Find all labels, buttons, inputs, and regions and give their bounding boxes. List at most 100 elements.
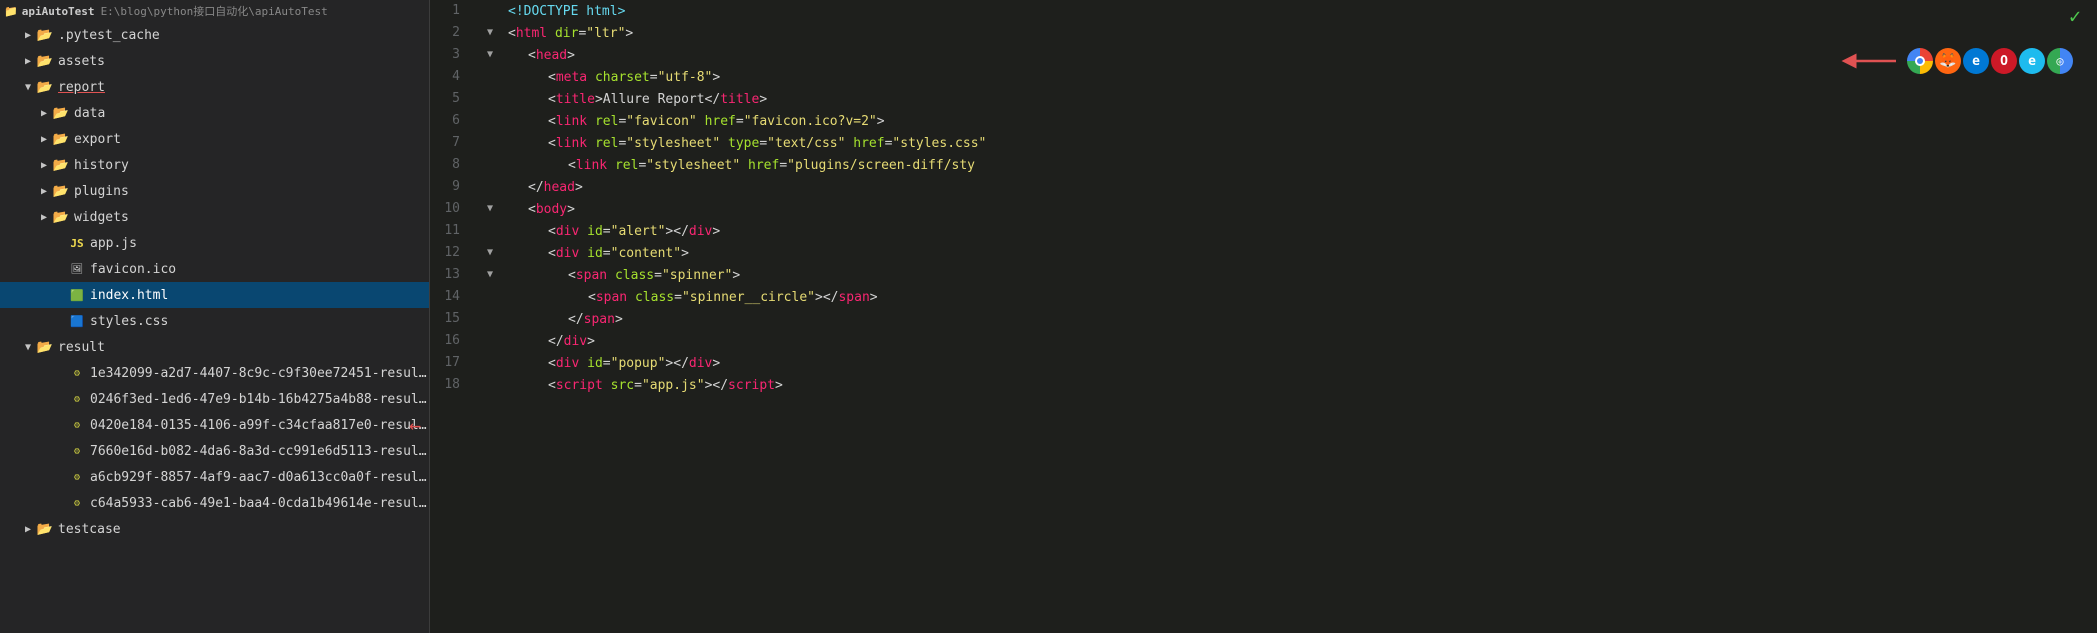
code-line-7: <link rel="stylesheet" type="text/css" h… xyxy=(508,132,2097,154)
tree-item-report[interactable]: ▼ 📂 report xyxy=(0,74,429,100)
gutter-13: ▼ xyxy=(480,264,500,286)
line-numbers: 1 2 3 4 5 6 7 8 9 10 11 12 13 14 15 16 1… xyxy=(430,0,480,633)
tree-item-app-js[interactable]: JS app.js xyxy=(0,230,429,256)
tree-label-export: export xyxy=(74,132,429,147)
tree-item-history[interactable]: ▶ 📂 history xyxy=(0,152,429,178)
json-icon-2: ⚙ xyxy=(68,394,86,405)
gutter-10: ▼ xyxy=(480,198,500,220)
gutter-16 xyxy=(480,330,500,352)
code-text-11: <div id="alert"></div> xyxy=(508,224,720,239)
tree-item-result5[interactable]: ⚙ a6cb929f-8857-4af9-aac7-d0a613cc0a0f-r… xyxy=(0,464,429,490)
browser-icon-chrome xyxy=(1907,48,1933,74)
code-line-12: <div id="content"> xyxy=(508,242,2097,264)
line-num-8: 8 xyxy=(430,154,468,176)
tree-item-testcase[interactable]: ▶ 📂 testcase xyxy=(0,516,429,542)
project-icon: 📁 xyxy=(4,5,18,18)
tree-item-result6[interactable]: ⚙ c64a5933-cab6-49e1-baa4-0cda1b49614e-r… xyxy=(0,490,429,516)
json-icon-1: ⚙ xyxy=(68,368,86,379)
tree-item-favicon[interactable]: 🖼 favicon.ico xyxy=(0,256,429,282)
line-num-6: 6 xyxy=(430,110,468,132)
json-icon-6: ⚙ xyxy=(68,498,86,509)
code-text-15: </span> xyxy=(508,312,623,327)
tree-item-plugins[interactable]: ▶ 📂 plugins xyxy=(0,178,429,204)
js-icon: JS xyxy=(68,237,86,250)
folder-icon-plugins: 📂 xyxy=(52,184,70,199)
code-text-2: <html dir="ltr"> xyxy=(508,26,633,41)
red-arrow-editor xyxy=(1841,46,1901,76)
gutter-4 xyxy=(480,66,500,88)
browser-icon-opera: O xyxy=(1991,48,2017,74)
line-num-18: 18 xyxy=(430,374,468,396)
tree-item-export[interactable]: ▶ 📂 export xyxy=(0,126,429,152)
code-content[interactable]: <!DOCTYPE html> <html dir="ltr"> <head> … xyxy=(500,0,2097,633)
folder-arrow-data: ▶ xyxy=(36,108,52,119)
code-line-18: <script src="app.js"></script> xyxy=(508,374,2097,396)
line-num-14: 14 xyxy=(430,286,468,308)
tree-label-testcase: testcase xyxy=(58,522,429,537)
line-num-7: 7 xyxy=(430,132,468,154)
code-line-17: <div id="popup"></div> xyxy=(508,352,2097,374)
gutter-6 xyxy=(480,110,500,132)
folder-icon-widgets: 📂 xyxy=(52,210,70,225)
browser-icon-edge: e xyxy=(1963,48,1989,74)
tree-item-styles-css[interactable]: 🟦 styles.css xyxy=(0,308,429,334)
line-num-9: 9 xyxy=(430,176,468,198)
code-line-9: </head> xyxy=(508,176,2097,198)
code-text-4: <meta charset="utf-8"> xyxy=(508,70,720,85)
line-num-15: 15 xyxy=(430,308,468,330)
folder-arrow-assets: ▶ xyxy=(20,56,36,67)
line-num-1: 1 xyxy=(430,0,468,22)
code-line-13: <span class="spinner"> xyxy=(508,264,2097,286)
code-line-16: </div> xyxy=(508,330,2097,352)
project-root-header: 📁 apiAutoTest E:\blog\python接口自动化\apiAut… xyxy=(0,0,429,22)
code-text-9: </head> xyxy=(508,180,583,195)
line-num-2: 2 xyxy=(430,22,468,44)
code-text-6: <link rel="favicon" href="favicon.ico?v=… xyxy=(508,114,885,129)
tree-item-assets[interactable]: ▶ 📂 assets xyxy=(0,48,429,74)
code-line-14: <span class="spinner__circle"></span> xyxy=(508,286,2097,308)
tree-item-result3[interactable]: ⚙ 0420e184-0135-4106-a99f-c34cfaa817e0-r… xyxy=(0,412,429,438)
tree-item-data[interactable]: ▶ 📂 data xyxy=(0,100,429,126)
red-arrow-annotation: ← xyxy=(409,413,421,437)
code-text-8: <link rel="stylesheet" href="plugins/scr… xyxy=(508,158,975,173)
tree-item-pytest-cache[interactable]: ▶ 📂 .pytest_cache xyxy=(0,22,429,48)
folder-icon-data: 📂 xyxy=(52,106,70,121)
gutter-14 xyxy=(480,286,500,308)
tree-item-widgets[interactable]: ▶ 📂 widgets xyxy=(0,204,429,230)
line-num-10: 10 xyxy=(430,198,468,220)
tree-item-index-html[interactable]: 🟩 index.html xyxy=(0,282,429,308)
folder-icon-pytest-cache: 📂 xyxy=(36,28,54,43)
folder-arrow-result: ▼ xyxy=(20,342,36,353)
editor-content-area: 1 2 3 4 5 6 7 8 9 10 11 12 13 14 15 16 1… xyxy=(430,0,2097,633)
browser-icon-ie: e xyxy=(2019,48,2045,74)
gutter-3: ▼ xyxy=(480,44,500,66)
code-line-15: </span> xyxy=(508,308,2097,330)
gutter-15 xyxy=(480,308,500,330)
line-num-5: 5 xyxy=(430,88,468,110)
gutter-fold-markers: ▼ ▼ ▼ ▼ ▼ xyxy=(480,0,500,633)
tree-item-result1[interactable]: ⚙ 1e342099-a2d7-4407-8c9c-c9f30ee72451-r… xyxy=(0,360,429,386)
tree-label-favicon: favicon.ico xyxy=(90,262,429,277)
tree-label-widgets: widgets xyxy=(74,210,429,225)
tree-label-report: report xyxy=(58,80,429,95)
code-editor-panel: ✓ 🦊 e O e ◎ 1 2 3 xyxy=(430,0,2097,633)
tree-item-result[interactable]: ▼ 📂 result xyxy=(0,334,429,360)
code-text-14: <span class="spinner__circle"></span> xyxy=(508,290,878,305)
code-text-10: <body> xyxy=(508,202,575,217)
tree-item-result4[interactable]: ⚙ 7660e16d-b082-4da6-8a3d-cc991e6d5113-r… xyxy=(0,438,429,464)
gutter-2: ▼ xyxy=(480,22,500,44)
folder-arrow-export: ▶ xyxy=(36,134,52,145)
gutter-12: ▼ xyxy=(480,242,500,264)
tree-item-result2[interactable]: ⚙ 0246f3ed-1ed6-47e9-b14b-16b4275a4b88-r… xyxy=(0,386,429,412)
line-num-16: 16 xyxy=(430,330,468,352)
code-text-18: <script src="app.js"></script> xyxy=(508,378,783,393)
gutter-18 xyxy=(480,374,500,396)
folder-icon-export: 📂 xyxy=(52,132,70,147)
tree-label-result6: c64a5933-cab6-49e1-baa4-0cda1b49614e-res… xyxy=(90,496,429,511)
line-num-4: 4 xyxy=(430,66,468,88)
code-text-16: </div> xyxy=(508,334,595,349)
code-line-6: <link rel="favicon" href="favicon.ico?v=… xyxy=(508,110,2097,132)
code-line-8: <link rel="stylesheet" href="plugins/scr… xyxy=(508,154,2097,176)
code-line-10: <body> xyxy=(508,198,2097,220)
folder-icon-testcase: 📂 xyxy=(36,522,54,537)
